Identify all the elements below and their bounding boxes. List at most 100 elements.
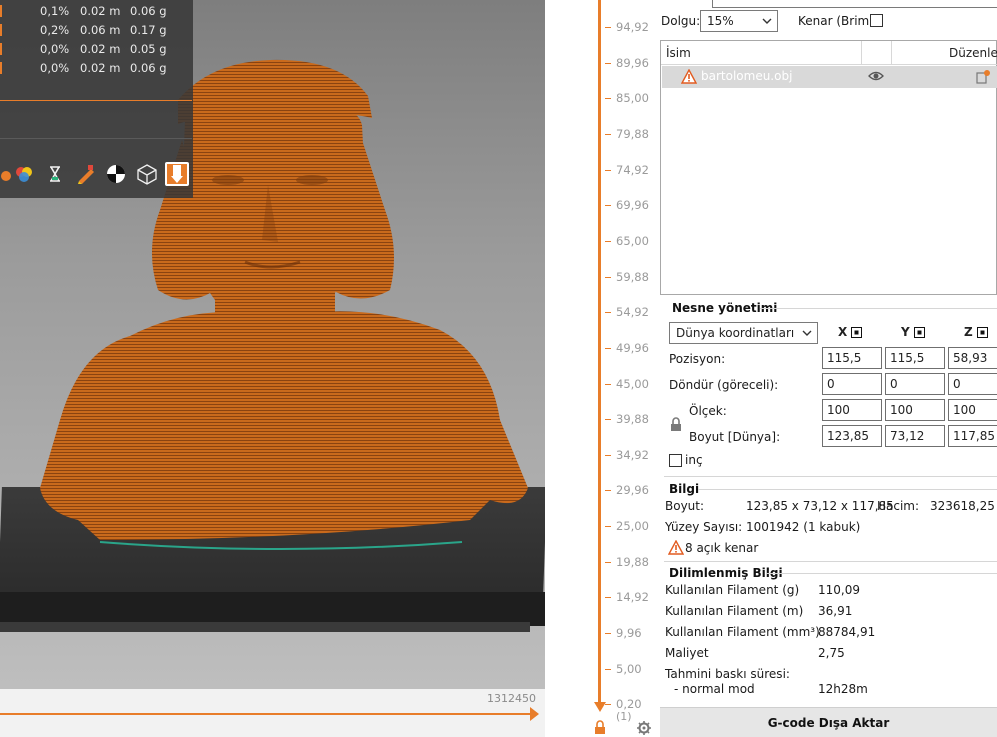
infill-value: 15% [707,14,734,28]
slider-tick-label: 9,96 [616,626,642,640]
lock-scale-icon[interactable] [670,417,682,435]
vertical-slider-thumb[interactable] [594,702,606,712]
legend-length: 0.02 m [80,4,121,18]
legend-divider [0,138,192,139]
axis-x-label: X [838,325,848,339]
legend-length: 0.06 m [80,23,121,37]
scale-y-field[interactable]: 100 [885,399,945,421]
printer-combo-edge[interactable] [712,0,997,8]
axis-z-label: Z [964,325,973,339]
filament-mm3-value: 88784,91 [818,625,876,639]
slider-tick-mark [605,98,611,99]
cost-label: Maliyet [665,646,709,660]
slider-tick-mark [605,63,611,64]
header-divider [891,41,892,65]
print-time-label: Tahmini baskı süresi: [665,667,790,681]
slider-tick-mark [605,669,611,670]
object-name[interactable]: bartolomeu.obj [701,69,792,83]
horizontal-layer-slider[interactable] [0,713,532,715]
slider-tick-label: 5,00 [616,662,642,676]
slider-tick-mark [605,312,611,313]
rotate-x-field[interactable]: 0 [822,373,882,395]
scale-x-field[interactable]: 100 [822,399,882,421]
export-gcode-button[interactable]: G-code Dışa Aktar [660,707,997,737]
vertical-slider-track[interactable] [598,0,601,705]
legend-percent: 0,0% [40,61,70,75]
legend-divider [0,100,192,101]
slider-tick-label: 65,00 [616,234,649,248]
slider-tick-mark [605,170,611,171]
info-volume-value: 323618,25 [930,499,995,513]
inch-checkbox[interactable] [669,454,682,467]
normal-mode-value: 12h28m [818,682,868,696]
size-x-field[interactable]: 123,85 [822,425,882,447]
header-divider [861,41,862,65]
filament-m-label: Kullanılan Filament (m) [665,604,804,618]
legend-row: 0,0% 0.02 m 0.05 g [0,40,193,58]
rotate-y-field[interactable]: 0 [885,373,945,395]
edit-object-icon[interactable] [976,69,991,87]
col-name-header[interactable]: İsim [666,46,691,60]
legend-length: 0.02 m [80,42,121,56]
brim-label: Kenar (Brim): [798,14,878,28]
brim-checkbox[interactable] [870,14,883,27]
info-title: Bilgi [669,482,700,496]
slider-tick-mark [605,526,611,527]
lock-icon[interactable] [594,720,606,737]
axis-drop-icon [851,326,863,338]
slider-tick-label: 54,92 [616,305,649,319]
gear-icon[interactable] [637,721,651,737]
slider-tick-label: 69,96 [616,198,649,212]
rotate-z-field[interactable]: 0 [948,373,997,395]
info-size-value: 123,85 x 73,12 x 117,85 [746,499,894,513]
infill-select[interactable]: 15% [700,10,778,32]
info-size-label: Boyut: [665,499,705,513]
legend-row: 0,1% 0.02 m 0.06 g [0,2,193,20]
visibility-eye-icon[interactable] [868,70,884,85]
rotate-label: Döndür (göreceli): [669,378,779,392]
slider-tick-mark [605,490,611,491]
3d-viewport[interactable]: 0,1% 0.02 m 0.06 g 0,2% 0.06 m 0.17 g 0,… [0,0,545,737]
color-print-icon[interactable] [12,162,36,186]
info-volume-label: Hacim: [877,499,920,513]
wireframe-icon[interactable] [135,162,159,186]
scale-z-field[interactable]: 100 [948,399,997,421]
position-label: Pozisyon: [669,352,726,366]
position-x-field[interactable]: 115,5 [822,347,882,369]
infill-label: Dolgu: [661,14,701,28]
size-z-field[interactable]: 117,85 [948,425,997,447]
slider-tick-label: 19,88 [616,555,649,569]
object-list-row[interactable]: bartolomeu.obj [662,66,997,88]
hourglass-icon[interactable] [43,162,67,186]
slider-tick-mark [605,348,611,349]
axis-drop-icon [913,326,925,338]
feature-type-icon[interactable] [74,162,98,186]
position-z-field[interactable]: 58,93 [948,347,997,369]
object-list[interactable]: İsim Düzenlen bartolomeu.obj [660,40,997,295]
chevron-down-icon [802,327,812,341]
axis-drop-icon [976,326,988,338]
normal-mode-label: - normal mod [674,682,755,696]
size-label: Boyut [Dünya]: [689,430,781,444]
slider-tick-label: 94,92 [616,20,649,34]
legend-weight: 0.17 g [130,23,167,37]
horizontal-slider-thumb[interactable] [530,707,539,721]
coordinate-select[interactable]: Dünya koordinatları [669,322,818,344]
fan-speed-icon[interactable] [104,162,128,186]
vertical-layer-slider[interactable]: 94,92 89,96 85,00 79,88 74,92 69,96 65,00 59,88… [545,0,660,737]
scale-label: Ölçek: [689,404,727,418]
legend-percent: 0,0% [40,42,70,56]
slider-bottom-label: (1) [616,710,632,723]
size-y-field[interactable]: 73,12 [885,425,945,447]
info-facets-label: Yüzey Sayısı: [665,520,743,534]
filament-g-value: 110,09 [818,583,860,597]
extruder-icon[interactable] [165,162,189,186]
slider-tick-mark [605,205,611,206]
filament-g-label: Kullanılan Filament (g) [665,583,800,597]
position-y-field[interactable]: 115,5 [885,347,945,369]
slider-tick-label: 34,92 [616,448,649,462]
group-divider [698,489,997,490]
chevron-down-icon [762,15,772,29]
axis-x-header: X [838,325,863,339]
col-edit-header[interactable]: Düzenlen [949,46,997,60]
